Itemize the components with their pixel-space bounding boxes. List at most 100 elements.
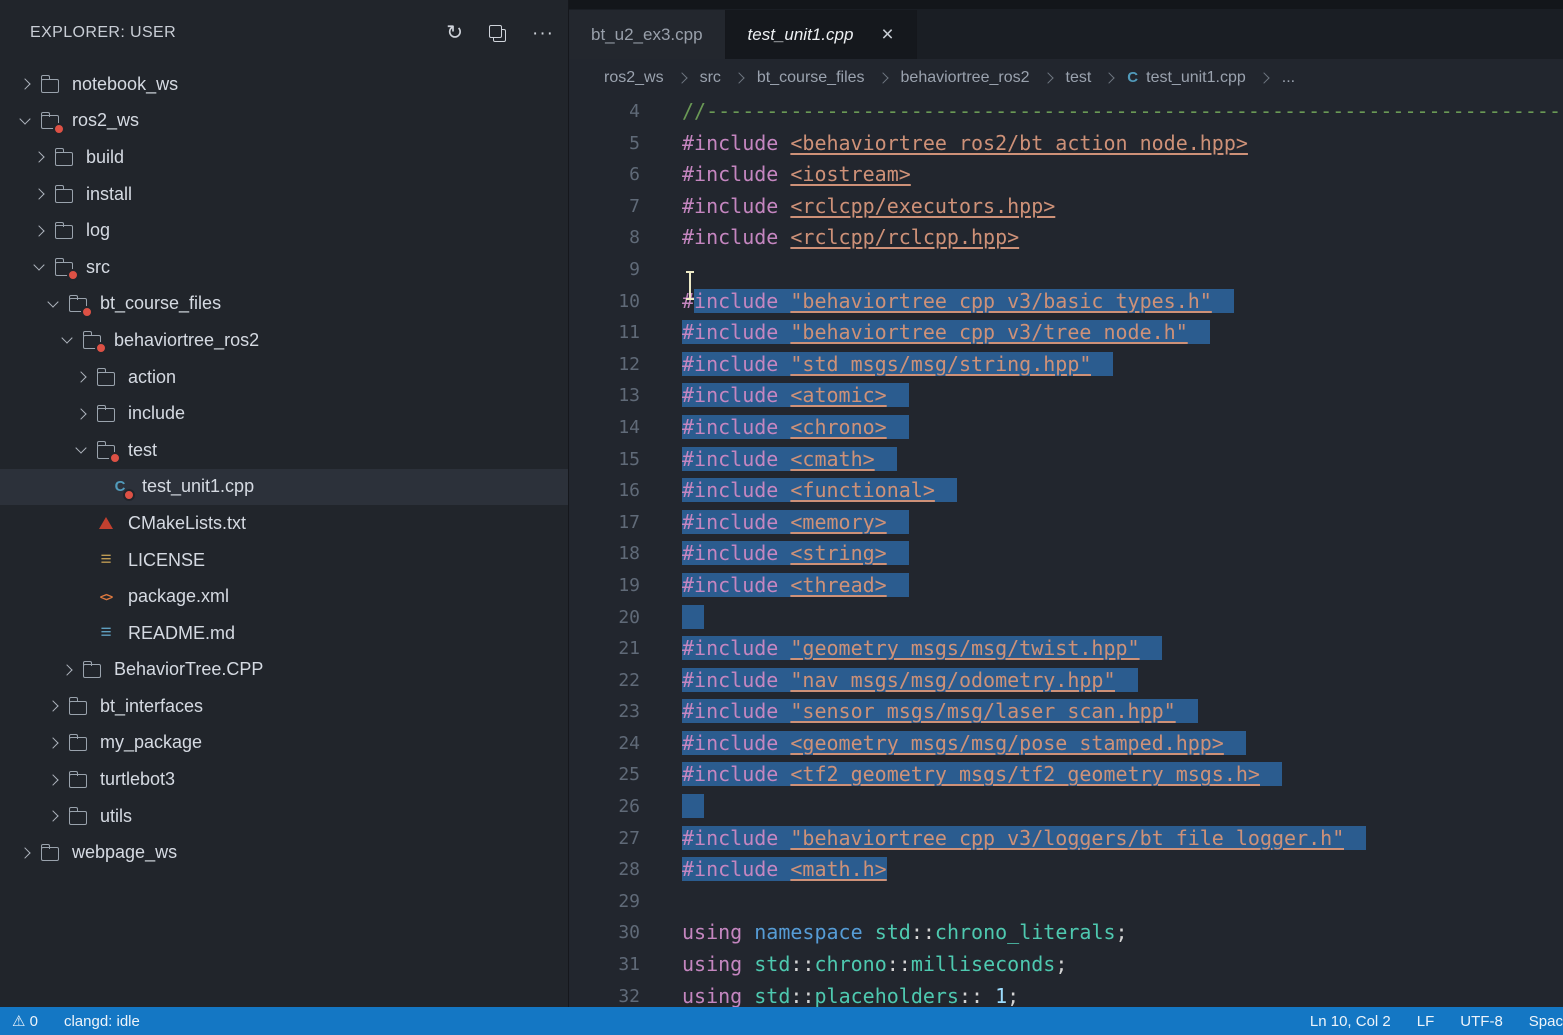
code-line-31[interactable]: 31using std::chrono::milliseconds; xyxy=(569,949,1563,981)
code-editor[interactable]: 4//-------------------------------------… xyxy=(569,96,1563,1007)
chevron-right-icon[interactable] xyxy=(26,144,52,170)
chevron-right-icon[interactable] xyxy=(54,657,80,683)
code-line-29[interactable]: 29 xyxy=(569,886,1563,918)
tree-item-build[interactable]: build xyxy=(0,139,568,176)
chevron-right-icon[interactable] xyxy=(26,218,52,244)
code-line-18[interactable]: 18#include <string> xyxy=(569,538,1563,570)
tree-item-test[interactable]: test xyxy=(0,432,568,469)
cursor-position[interactable]: Ln 10, Col 2 xyxy=(1310,1013,1391,1030)
chevron-down-icon[interactable] xyxy=(40,291,66,317)
tree-item-install[interactable]: install xyxy=(0,176,568,213)
chevron-down-icon[interactable] xyxy=(12,108,38,134)
code-token: chrono_literals xyxy=(935,920,1116,944)
code-line-17[interactable]: 17#include <memory> xyxy=(569,507,1563,539)
breadcrumb-item-...[interactable]: ... xyxy=(1282,69,1295,87)
code-line-28[interactable]: 28#include <math.h> xyxy=(569,854,1563,886)
code-line-25[interactable]: 25#include <tf2_geometry_msgs/tf2_geomet… xyxy=(569,759,1563,791)
tree-item-ros2_ws[interactable]: ros2_ws xyxy=(0,103,568,140)
tree-item-utils[interactable]: utils xyxy=(0,798,568,835)
tree-item-bt_interfaces[interactable]: bt_interfaces xyxy=(0,688,568,725)
code-line-22[interactable]: 22#include "nav_msgs/msg/odometry.hpp" xyxy=(569,665,1563,697)
refresh-explorer-icon[interactable]: ↻ xyxy=(446,23,463,43)
chevron-right-icon[interactable] xyxy=(26,181,52,207)
breadcrumb-item-src[interactable]: src xyxy=(700,69,721,87)
breadcrumb-item-test[interactable]: test xyxy=(1066,69,1092,87)
chevron-right-icon[interactable] xyxy=(40,730,66,756)
more-actions-icon[interactable]: ··· xyxy=(532,24,554,43)
code-line-21[interactable]: 21#include "geometry_msgs/msg/twist.hpp" xyxy=(569,633,1563,665)
tree-item-test_unit1.cpp[interactable]: test_unit1.cpp xyxy=(0,469,568,506)
code-line-6[interactable]: 6#include <iostream> xyxy=(569,159,1563,191)
code-line-11[interactable]: 11#include "behaviortree_cpp_v3/tree_nod… xyxy=(569,317,1563,349)
clangd-status[interactable]: clangd: idle xyxy=(64,1013,140,1030)
code-line-9[interactable]: 9 xyxy=(569,254,1563,286)
code-line-30[interactable]: 30using namespace std::chrono_literals; xyxy=(569,917,1563,949)
tree-item-BehaviorTree.CPP[interactable]: BehaviorTree.CPP xyxy=(0,652,568,689)
chevron-down-icon[interactable] xyxy=(26,254,52,280)
line-content: #include <functional> xyxy=(640,475,957,507)
breadcrumb-item-test_unit1.cpp[interactable]: test_unit1.cpp xyxy=(1146,69,1246,87)
chevron-right-icon[interactable] xyxy=(68,401,94,427)
breadcrumb-item-ros2_ws[interactable]: ros2_ws xyxy=(604,69,664,87)
chevron-right-icon[interactable] xyxy=(40,767,66,793)
tree-item-package.xml[interactable]: package.xml xyxy=(0,578,568,615)
eol-indicator[interactable]: LF xyxy=(1417,1013,1435,1030)
code-line-12[interactable]: 12#include "std_msgs/msg/string.hpp" xyxy=(569,349,1563,381)
tree-item-bt_course_files[interactable]: bt_course_files xyxy=(0,286,568,323)
tree-item-notebook_ws[interactable]: notebook_ws xyxy=(0,66,568,103)
line-number: 6 xyxy=(569,159,640,191)
tree-item-turtlebot3[interactable]: turtlebot3 xyxy=(0,761,568,798)
chevron-right-icon[interactable] xyxy=(40,803,66,829)
tab-test_unit1[interactable]: test_unit1.cpp × xyxy=(726,10,917,59)
indent-indicator[interactable]: Spac xyxy=(1529,1013,1563,1030)
line-content: #include <rclcpp/rclcpp.hpp> xyxy=(640,222,1019,254)
tree-item-action[interactable]: action xyxy=(0,359,568,396)
chevron-spacer xyxy=(82,474,108,500)
code-line-4[interactable]: 4//-------------------------------------… xyxy=(569,96,1563,128)
line-number: 22 xyxy=(569,665,640,697)
tree-item-LICENSE[interactable]: LICENSE xyxy=(0,542,568,579)
code-line-32[interactable]: 32using std::placeholders::_1; xyxy=(569,981,1563,1007)
code-line-13[interactable]: 13#include <atomic> xyxy=(569,380,1563,412)
code-line-19[interactable]: 19#include <thread> xyxy=(569,570,1563,602)
tree-item-README.md[interactable]: README.md xyxy=(0,615,568,652)
tab-bt_u2_ex3[interactable]: bt_u2_ex3.cpp xyxy=(569,10,726,59)
tree-item-behaviortree_ros2[interactable]: behaviortree_ros2 xyxy=(0,322,568,359)
tree-item-CMakeLists.txt[interactable]: CMakeLists.txt xyxy=(0,505,568,542)
close-tab-icon[interactable]: × xyxy=(881,24,893,45)
tree-item-log[interactable]: log xyxy=(0,212,568,249)
encoding-indicator[interactable]: UTF-8 xyxy=(1460,1013,1503,1030)
code-line-15[interactable]: 15#include <cmath> xyxy=(569,444,1563,476)
code-line-24[interactable]: 24#include <geometry_msgs/msg/pose_stamp… xyxy=(569,728,1563,760)
code-line-5[interactable]: 5#include <behaviortree_ros2/bt_action_n… xyxy=(569,128,1563,160)
collapse-folders-icon[interactable] xyxy=(489,25,506,42)
breadcrumb-item-behaviortree_ros2[interactable]: behaviortree_ros2 xyxy=(901,69,1030,87)
code-line-10[interactable]: 10#include "behaviortree_cpp_v3/basic_ty… xyxy=(569,286,1563,318)
line-content: #include <thread> xyxy=(640,570,909,602)
code-line-27[interactable]: 27#include "behaviortree_cpp_v3/loggers/… xyxy=(569,823,1563,855)
code-line-23[interactable]: 23#include "sensor_msgs/msg/laser_scan.h… xyxy=(569,696,1563,728)
selection-newline xyxy=(1115,668,1137,692)
tree-item-label: test_unit1.cpp xyxy=(142,476,254,497)
breadcrumb-item-bt_course_files[interactable]: bt_course_files xyxy=(757,69,865,87)
tree-item-include[interactable]: include xyxy=(0,395,568,432)
chevron-down-icon[interactable] xyxy=(68,437,94,463)
chevron-down-icon[interactable] xyxy=(54,327,80,353)
code-line-16[interactable]: 16#include <functional> xyxy=(569,475,1563,507)
code-token: <rclcpp/rclcpp.hpp> xyxy=(790,225,1019,249)
chevron-right-icon[interactable] xyxy=(12,840,38,866)
code-line-26[interactable]: 26 xyxy=(569,791,1563,823)
code-line-7[interactable]: 7#include <rclcpp/executors.hpp> xyxy=(569,191,1563,223)
code-line-20[interactable]: 20 xyxy=(569,602,1563,634)
chevron-right-icon[interactable] xyxy=(68,364,94,390)
problems-indicator[interactable]: 0 xyxy=(12,1012,38,1030)
tree-item-src[interactable]: src xyxy=(0,249,568,286)
chevron-right-icon[interactable] xyxy=(40,693,66,719)
line-number: 32 xyxy=(569,981,640,1007)
chevron-right-icon[interactable] xyxy=(12,71,38,97)
code-token: :: xyxy=(887,952,911,976)
code-line-14[interactable]: 14#include <chrono> xyxy=(569,412,1563,444)
tree-item-webpage_ws[interactable]: webpage_ws xyxy=(0,834,568,871)
tree-item-my_package[interactable]: my_package xyxy=(0,725,568,762)
code-line-8[interactable]: 8#include <rclcpp/rclcpp.hpp> xyxy=(569,222,1563,254)
